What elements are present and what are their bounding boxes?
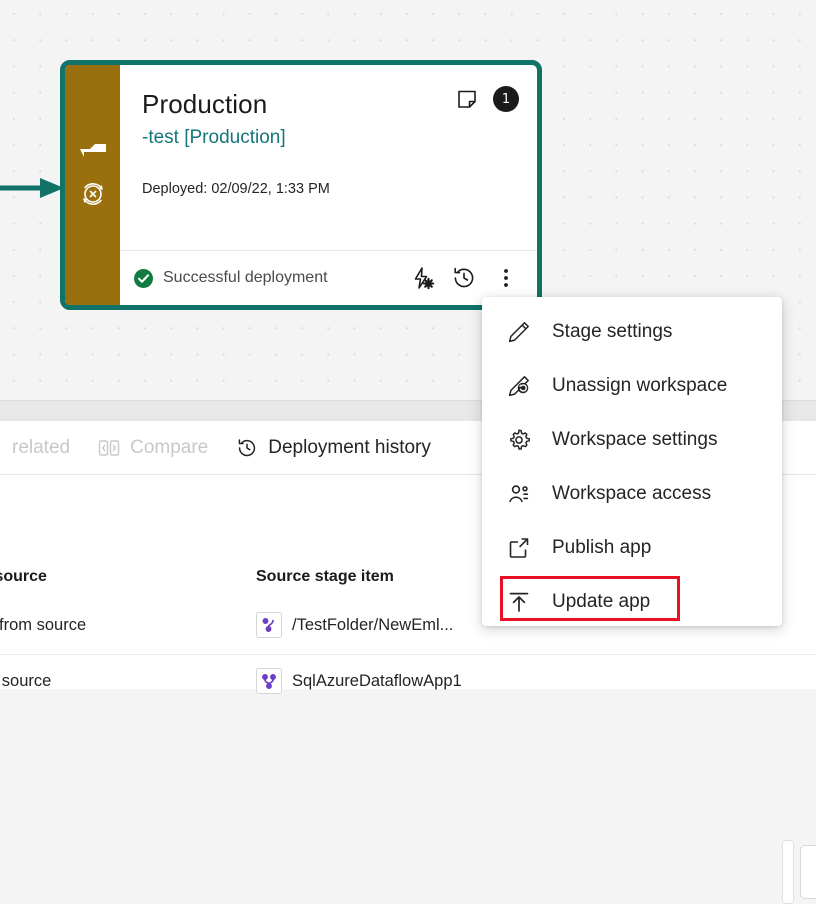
menu-item-stage-settings[interactable]: Stage settings	[482, 305, 782, 359]
deployment-history-icon[interactable]	[451, 265, 477, 291]
note-icon[interactable]	[455, 87, 479, 111]
tab-related-label: related	[12, 436, 71, 458]
context-menu: Stage settings Unassign workspace Worksp…	[482, 297, 782, 626]
row-source-item[interactable]: /TestFolder/NewEml...	[256, 612, 453, 638]
people-icon	[506, 481, 532, 507]
success-check-icon	[134, 268, 153, 288]
stage-card-production[interactable]: 1 Production -test [Production] Deployed…	[60, 60, 542, 310]
related-icon	[0, 437, 2, 459]
stage-card-rail	[65, 65, 120, 305]
menu-item-label: Stage settings	[552, 321, 673, 342]
stage-marker-icon	[76, 135, 110, 169]
external-link-icon	[506, 535, 532, 561]
pencil-icon	[506, 319, 532, 345]
deployed-timestamp: Deployed: 02/09/22, 1:33 PM	[142, 181, 330, 197]
stage-card-header: 1 Production -test [Production] Deployed…	[120, 65, 537, 197]
tab-compare[interactable]: Compare	[84, 421, 222, 474]
tab-compare-label: Compare	[130, 436, 209, 458]
menu-item-publish-app[interactable]: Publish app	[482, 521, 782, 575]
menu-item-unassign-workspace[interactable]: Unassign workspace	[482, 359, 782, 413]
panel-scrollbar[interactable]	[782, 840, 794, 904]
stage-card-header-actions: 1	[455, 86, 519, 112]
menu-item-label: Workspace access	[552, 483, 712, 504]
side-panel-button[interactable]	[800, 845, 816, 899]
tab-deployment-history[interactable]: Deployment history	[222, 421, 445, 474]
row-compare-text: rent from source	[0, 616, 87, 634]
dataflow-multi-icon	[256, 668, 282, 694]
workspace-link[interactable]: -test [Production]	[142, 127, 515, 149]
menu-item-workspace-settings[interactable]: Workspace settings	[482, 413, 782, 467]
stage-card-body: 1 Production -test [Production] Deployed…	[120, 65, 537, 305]
tab-deployment-history-label: Deployment history	[268, 436, 431, 458]
status-badge: Successful deployment	[134, 268, 393, 288]
row-compare-text: e as source	[0, 672, 52, 690]
compare-icon	[98, 437, 120, 459]
menu-item-label: Unassign workspace	[552, 375, 728, 396]
stage-card-footer: Successful deployment	[120, 250, 537, 305]
blocked-deploy-icon	[76, 177, 110, 211]
row-source-item[interactable]: SqlAzureDataflowApp1	[256, 668, 462, 694]
menu-item-label: Update app	[552, 591, 651, 612]
column-header-source-stage-item: Source stage item	[256, 568, 394, 585]
deployment-rules-icon[interactable]	[409, 265, 435, 291]
tab-related[interactable]: related	[0, 421, 84, 474]
gear-icon	[506, 427, 532, 453]
status-text: Successful deployment	[163, 269, 328, 286]
pencil-undo-icon	[506, 373, 532, 399]
menu-item-workspace-access[interactable]: Workspace access	[482, 467, 782, 521]
column-header-compare: l to source	[0, 568, 47, 585]
row-source-item-name: SqlAzureDataflowApp1	[292, 671, 462, 690]
menu-item-update-app[interactable]: Update app	[482, 575, 782, 629]
table-row[interactable]: e as source SqlAzureDataflowApp1	[0, 662, 816, 710]
row-source-item-name: /TestFolder/NewEml...	[292, 615, 454, 634]
item-count-badge[interactable]: 1	[493, 86, 519, 112]
menu-item-label: Publish app	[552, 537, 652, 558]
upload-icon	[506, 589, 532, 615]
dataflow-icon	[256, 612, 282, 638]
deployment-history-icon	[236, 437, 258, 459]
more-options-icon[interactable]	[493, 265, 519, 291]
menu-item-label: Workspace settings	[552, 429, 718, 450]
